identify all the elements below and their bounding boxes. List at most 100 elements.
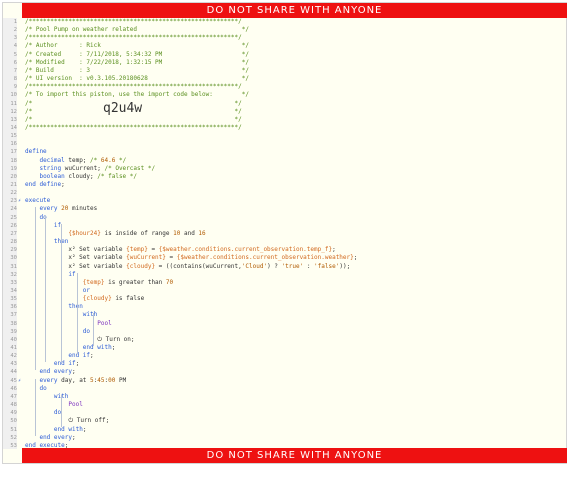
code-line: 11/* */ <box>3 100 563 108</box>
block-guide-line <box>45 215 46 363</box>
code-line: 36 then <box>3 303 563 311</box>
code-text: boolean cloudy; /* false */ <box>39 172 138 180</box>
code-line: 26 if <box>3 222 563 230</box>
code-text: {temp} is greater than 70 <box>82 278 174 286</box>
block-guide-line <box>77 272 78 355</box>
line-number: 11 <box>10 100 17 107</box>
code-line: 31 x² Set variable {cloudy} = ((contains… <box>3 263 563 271</box>
code-line: 24 every 20 minutes <box>3 205 563 213</box>
line-number: 44 <box>10 369 17 376</box>
line-number: 35 <box>10 296 17 303</box>
code-line: 35 {cloudy} is false <box>3 295 563 303</box>
line-number: 6 <box>13 59 17 66</box>
code-text: /* Pool Pump on weather related */ <box>25 26 249 34</box>
code-line: 9 /**************************************… <box>3 83 563 91</box>
code-text: end every; <box>39 368 76 376</box>
code-text: string wuCurrent; /* Overcast */ <box>39 164 156 172</box>
code-line: 2 /* Pool Pump on weather related */ <box>3 26 563 34</box>
line-number: 28 <box>10 239 17 246</box>
code-text: ⏻ Turn on; <box>25 335 135 343</box>
code-text: every day, at 5:45:00 PM <box>39 376 127 384</box>
code-text: /* Modified : 7/22/2018, 1:32:15 PM */ <box>25 58 249 66</box>
line-number: 1 <box>13 19 17 25</box>
line-number: 48 <box>10 402 17 409</box>
code-line: 46 do <box>3 385 563 393</box>
code-line: 18 decimal temp; /* 64.6 */ <box>3 157 563 165</box>
code-line: 50 ⏻ Turn off; <box>3 417 563 425</box>
line-number: 32 <box>10 271 17 278</box>
code-line: 19 string wuCurrent; /* Overcast */ <box>3 165 563 173</box>
code-text: then <box>68 303 83 311</box>
line-number: 29 <box>10 247 17 254</box>
code-text: if <box>53 221 62 229</box>
code-line: 15 <box>3 132 563 140</box>
line-number: 7 <box>13 67 17 74</box>
block-guide-line <box>93 313 94 346</box>
line-number: 49 <box>10 410 17 417</box>
line-number: 46 <box>10 385 17 392</box>
block-guide-line <box>35 378 36 436</box>
code-line: 41 end with; <box>3 344 563 352</box>
code-text: /* Created : 7/11/2018, 5:34:32 PM */ <box>25 50 249 58</box>
code-line: 40 ⏻ Turn on; <box>3 336 563 344</box>
line-number: 3 <box>13 35 17 42</box>
line-number: 51 <box>10 426 17 433</box>
code-text: if <box>68 270 76 278</box>
code-line: 28 then <box>3 238 563 246</box>
code-text: /* UI version : v0.3.105.20180628 */ <box>25 75 249 83</box>
trigger-icon: ⚡ <box>18 377 22 384</box>
line-number: 41 <box>10 345 17 351</box>
line-number: 40 <box>10 336 17 343</box>
line-number: 50 <box>10 418 17 425</box>
code-line: 38 Pool <box>3 320 563 328</box>
code-text: x² Set variable {cloudy} = ((contains(wu… <box>25 262 351 270</box>
code-line: 1 /**************************************… <box>3 18 563 26</box>
code-text: /* Author : Rick */ <box>25 42 249 50</box>
code-line: 30 x² Set variable {wuCurrent} = {$weath… <box>3 254 563 262</box>
import-code[interactable]: q2u4w <box>103 102 142 115</box>
code-line: 16 <box>3 140 563 148</box>
line-number: 43 <box>10 361 17 368</box>
line-number: 16 <box>10 141 17 148</box>
code-line: 7 /* Build : 3 */ <box>3 67 563 75</box>
code-line: 20 boolean cloudy; /* false */ <box>3 173 563 181</box>
code-text: /***************************************… <box>25 34 242 42</box>
line-number: 33 <box>10 279 17 286</box>
code-text: {$hour24} is inside of range 10 and 16 <box>68 229 206 237</box>
line-number: 34 <box>10 287 17 294</box>
block-guide-line <box>35 207 36 371</box>
line-number: 25 <box>10 214 17 221</box>
line-number: 37 <box>10 312 17 319</box>
line-number: 52 <box>10 434 17 441</box>
code-text: Pool <box>68 401 83 409</box>
block-guide-line <box>61 394 62 428</box>
line-number: 13 <box>10 116 17 123</box>
line-number: 42 <box>10 353 17 360</box>
code-line: 32 if <box>3 271 563 279</box>
code-text: /* To import this piston, use the import… <box>25 91 249 99</box>
code-line: 29 x² Set variable {temp} = {$weather.co… <box>3 246 563 254</box>
code-text: /***************************************… <box>25 18 242 25</box>
code-line: 44 end every; <box>3 368 563 376</box>
code-text: execute <box>25 197 51 205</box>
code-text: {cloudy} is false <box>82 295 145 303</box>
code-line: 13 /* */ <box>3 116 563 124</box>
code-line: 10 /* To import this piston, use the impo… <box>3 91 563 99</box>
line-number: 26 <box>10 222 17 229</box>
code-line: 39 do <box>3 328 563 336</box>
line-number: 14 <box>10 124 17 131</box>
line-number: 10 <box>10 92 17 99</box>
code-line: 27 {$hour24} is inside of range 10 and 1… <box>3 230 563 238</box>
line-number: 39 <box>10 328 17 335</box>
code-text: /* */ <box>25 115 242 123</box>
line-number: 36 <box>10 304 17 311</box>
code-line: 5 /* Created : 7/11/2018, 5:34:32 PM */ <box>3 51 563 59</box>
code-text: Pool <box>97 319 112 327</box>
line-number: 47 <box>10 393 17 400</box>
line-number: 12 <box>10 108 17 115</box>
code-text: do <box>53 409 62 417</box>
block-guide-line <box>61 223 62 363</box>
code-line: 34 or <box>3 287 563 295</box>
code-line: 47 with <box>3 393 563 401</box>
line-number: 38 <box>10 320 17 327</box>
